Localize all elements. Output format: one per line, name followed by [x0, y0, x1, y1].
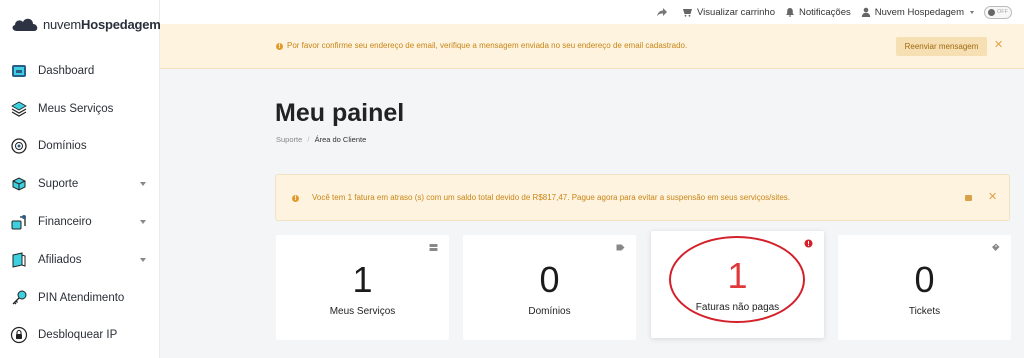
- overdue-invoice-alert: ! Você tem 1 fatura em atraso (s) com um…: [275, 174, 1010, 221]
- cart-label: Visualizar carrinho: [697, 6, 775, 18]
- card-value: 0: [539, 259, 560, 300]
- sidebar: nuvemHospedagem Dashboard Meus Serviços …: [0, 0, 161, 358]
- card-unpaid-invoices[interactable]: 1 Faturas não pagas: [651, 231, 824, 338]
- chevron-down-icon: [970, 10, 974, 14]
- sidebar-item-label: Afiliados: [38, 253, 82, 266]
- card-value: 0: [914, 259, 935, 300]
- affiliates-icon: [10, 251, 28, 269]
- cart-icon: [683, 9, 693, 17]
- user-menu[interactable]: Nuvem Hospedagem: [861, 7, 974, 18]
- email-confirm-alert: ! Por favor confirme seu endereço de ema…: [160, 24, 1024, 69]
- toggle-knob: [988, 8, 995, 16]
- dashboard-icon: [10, 62, 28, 80]
- card-services[interactable]: 1 Meus Serviços: [276, 235, 449, 340]
- card-domains[interactable]: 0 Domínios: [463, 235, 636, 340]
- logo-text-bold: Hospedagem: [81, 16, 161, 32]
- share-button[interactable]: [656, 7, 672, 17]
- email-alert-text: Por favor confirme seu endereço de email…: [287, 41, 688, 50]
- sidebar-item-support[interactable]: Suporte: [0, 165, 160, 203]
- sidebar-item-label: Dashboard: [38, 64, 95, 77]
- user-label: Nuvem Hospedagem: [874, 6, 964, 18]
- breadcrumb-separator: /: [307, 135, 310, 144]
- sidebar-item-label: Meus Serviços: [38, 102, 114, 115]
- ticket-icon: [992, 243, 1000, 251]
- dark-mode-toggle[interactable]: OFF: [984, 5, 1012, 19]
- notifications-link[interactable]: Notificações: [785, 7, 851, 18]
- sidebar-item-services[interactable]: Meus Serviços: [0, 90, 160, 128]
- sidebar-item-label: PIN Atendimento: [38, 291, 125, 304]
- page-title: Meu painel: [275, 99, 405, 127]
- sidebar-item-label: Domínios: [38, 140, 87, 153]
- share-icon: [657, 8, 668, 17]
- chevron-down-icon: [140, 257, 146, 262]
- exclamation-icon: !: [276, 43, 283, 50]
- bell-icon: [786, 8, 794, 17]
- card-tickets[interactable]: 0 Tickets: [838, 235, 1011, 340]
- services-icon: [10, 100, 28, 118]
- sidebar-item-label: Desbloquear IP: [38, 329, 118, 342]
- chevron-down-icon: [140, 182, 146, 187]
- close-icon[interactable]: ✕: [988, 192, 997, 203]
- server-icon: [429, 244, 438, 251]
- card-value: 1: [727, 255, 748, 296]
- sidebar-item-unblock-ip[interactable]: Desbloquear IP: [0, 317, 160, 355]
- card-label: Meus Serviços: [329, 306, 396, 317]
- card-label: Faturas não pagas: [695, 302, 780, 313]
- alert-icon: [804, 239, 813, 248]
- resend-message-button[interactable]: Reenviar mensagem: [896, 37, 987, 56]
- notifications-label: Notificações: [799, 6, 851, 18]
- sidebar-item-affiliates[interactable]: Afiliados: [0, 241, 160, 279]
- chevron-down-icon: [140, 220, 146, 225]
- topbar: Visualizar carrinho Notificações Nuvem H…: [160, 0, 1024, 24]
- lock-icon: [10, 326, 28, 344]
- credit-card-icon[interactable]: [965, 195, 972, 201]
- sidebar-item-label: Financeiro: [38, 216, 92, 229]
- sidebar-item-pin[interactable]: PIN Atendimento: [0, 279, 160, 317]
- exclamation-icon: !: [292, 195, 299, 202]
- card-label: Domínios: [528, 306, 571, 317]
- close-icon[interactable]: ✕: [994, 40, 1003, 51]
- user-icon: [861, 7, 870, 17]
- toggle-label: OFF: [997, 9, 1008, 15]
- sidebar-item-finance[interactable]: Financeiro: [0, 203, 160, 241]
- key-icon: [10, 289, 28, 307]
- breadcrumb-current: Área do Cliente: [314, 135, 367, 144]
- logo-text-light: nuvem: [43, 16, 82, 32]
- sidebar-nav: Dashboard Meus Serviços Domínios Suporte: [0, 52, 160, 354]
- sidebar-item-label: Suporte: [38, 178, 79, 191]
- breadcrumb: Suporte / Área do Cliente: [276, 135, 366, 144]
- card-label: Tickets: [908, 306, 941, 317]
- view-cart-link[interactable]: Visualizar carrinho: [682, 7, 775, 18]
- domains-icon: [10, 137, 28, 155]
- cloud-logo-icon: [12, 18, 38, 31]
- sidebar-item-domains[interactable]: Domínios: [0, 128, 160, 166]
- tag-icon: [616, 244, 625, 251]
- sidebar-item-dashboard[interactable]: Dashboard: [0, 52, 160, 90]
- overdue-alert-text: Você tem 1 fatura em atraso (s) com um s…: [312, 193, 791, 202]
- card-value: 1: [352, 259, 373, 300]
- logo[interactable]: nuvemHospedagem: [10, 12, 161, 36]
- breadcrumb-link-support[interactable]: Suporte: [276, 135, 302, 144]
- finance-icon: [10, 213, 28, 231]
- support-icon: [10, 175, 28, 193]
